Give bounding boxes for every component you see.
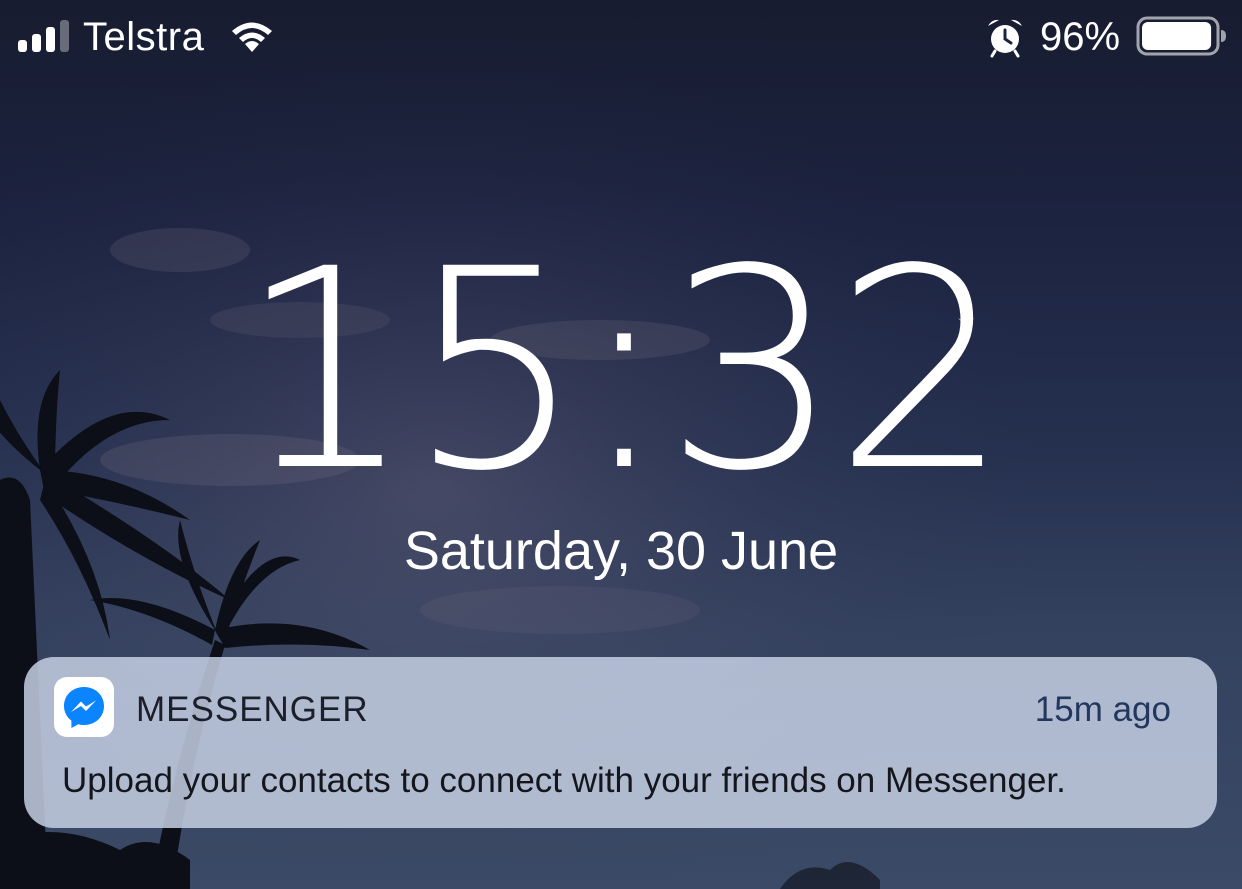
lock-screen-time: 15:32 [238, 211, 1009, 532]
notification-card[interactable]: MESSENGER 15m ago Upload your contacts t… [24, 657, 1217, 828]
notification-timestamp: 15m ago [1034, 690, 1171, 729]
notification-app-name: MESSENGER [136, 690, 369, 729]
alarm-icon [988, 19, 1022, 58]
wifi-icon [232, 22, 272, 52]
signal-icon [18, 20, 69, 52]
status-bar: Telstra 96% [0, 0, 1242, 80]
carrier-name: Telstra [83, 15, 205, 59]
notification-message: Upload your contacts to connect with you… [62, 761, 1066, 800]
messenger-icon [54, 677, 114, 737]
lock-screen: Telstra 96% 15:32 Saturday, 30 June MESS… [0, 0, 1242, 889]
lock-screen-date: Saturday, 30 June [403, 521, 839, 581]
battery-icon [1136, 16, 1226, 56]
battery-percentage: 96% [1040, 15, 1121, 59]
battery-fill [1142, 22, 1212, 50]
